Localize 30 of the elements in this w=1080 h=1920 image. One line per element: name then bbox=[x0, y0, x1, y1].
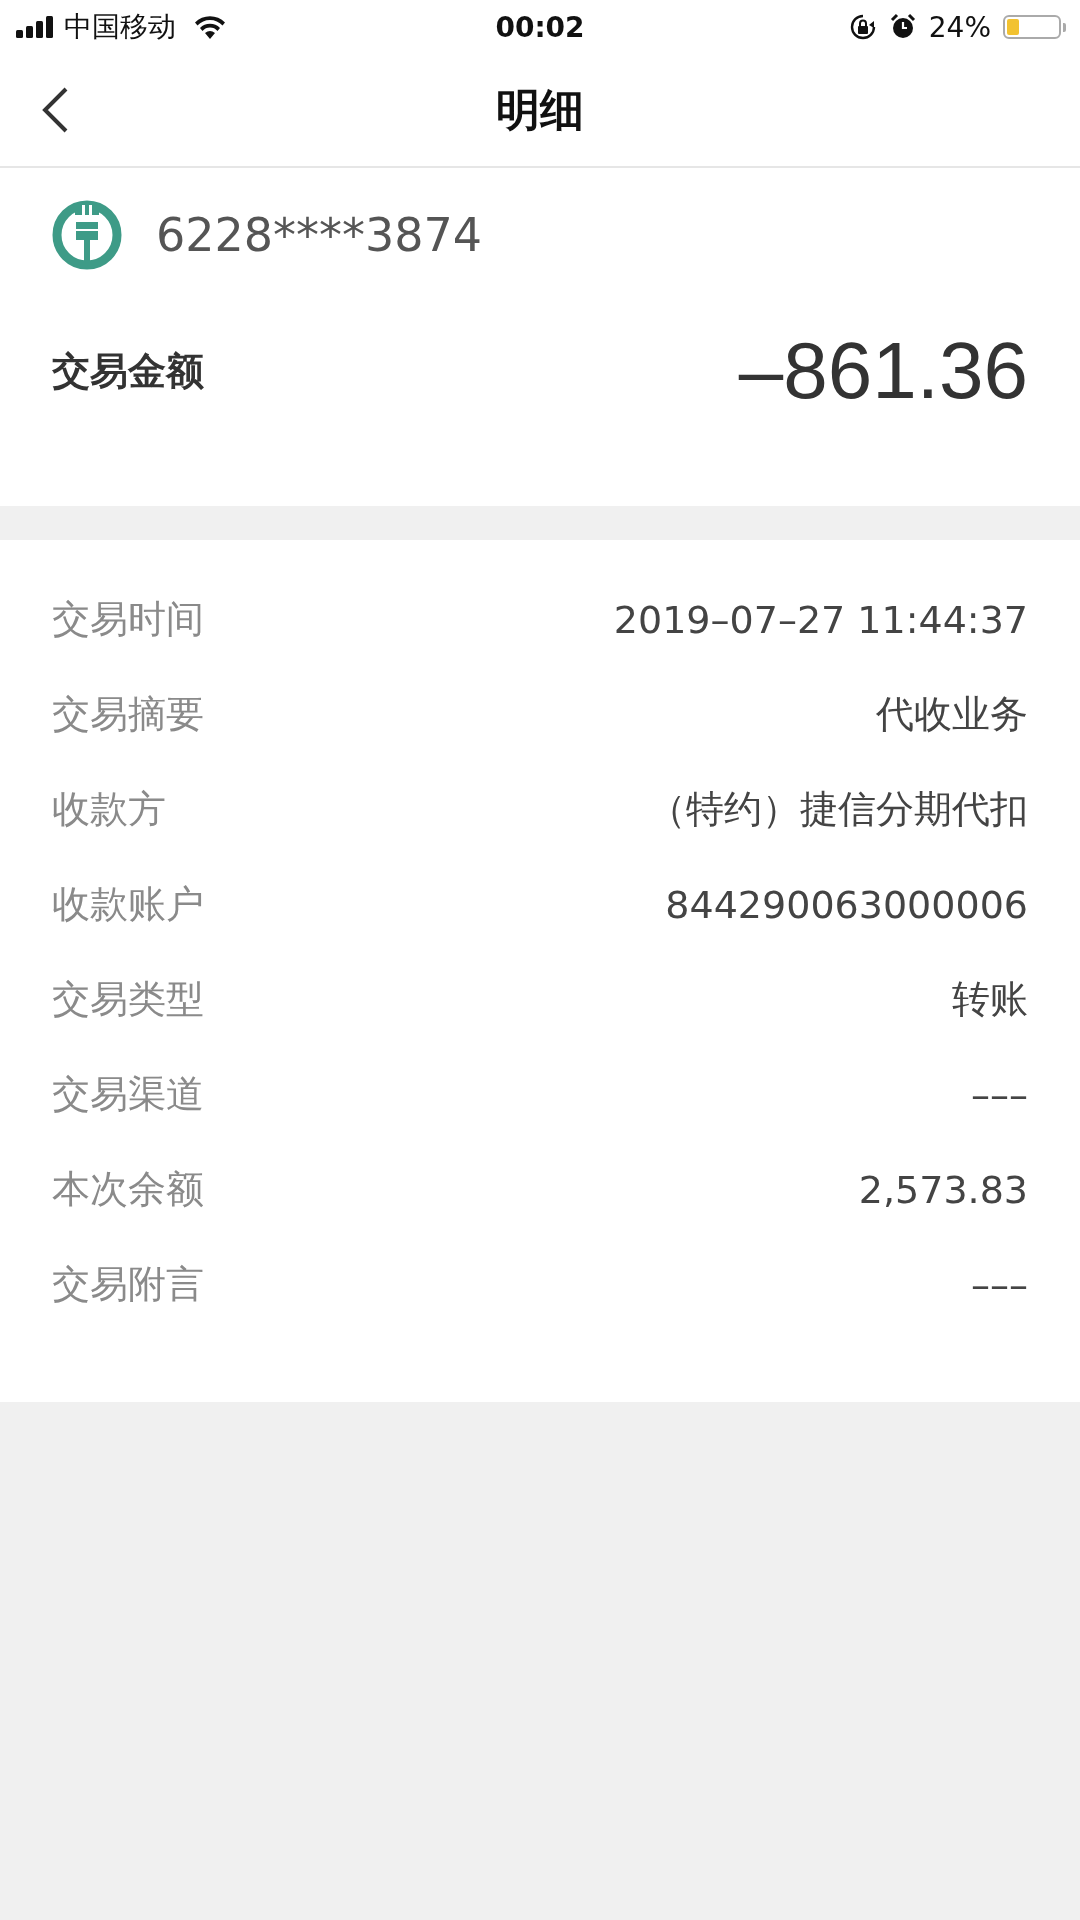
signal-icon bbox=[16, 16, 56, 38]
detail-label: 收款方 bbox=[52, 786, 166, 833]
back-icon[interactable] bbox=[40, 86, 70, 134]
detail-value: 2019–07–27 11:44:37 bbox=[613, 597, 1028, 642]
battery-percent: 24% bbox=[928, 10, 991, 44]
detail-label: 本次余额 bbox=[52, 1166, 204, 1213]
detail-label: 交易类型 bbox=[52, 976, 204, 1023]
detail-label: 交易摘要 bbox=[52, 691, 204, 738]
detail-label: 交易时间 bbox=[52, 596, 204, 643]
detail-value: （特约）捷信分期代扣 bbox=[648, 786, 1028, 833]
carrier-name: 中国移动 bbox=[64, 9, 176, 45]
wifi-icon bbox=[194, 15, 226, 39]
card-number: 6228****3874 bbox=[156, 208, 483, 262]
page-title: 明细 bbox=[496, 82, 584, 137]
bank-logo-icon bbox=[52, 200, 122, 270]
detail-value: 转账 bbox=[952, 976, 1028, 1023]
detail-label: 收款账户 bbox=[52, 881, 204, 928]
battery-icon bbox=[1003, 15, 1066, 39]
detail-label: 交易渠道 bbox=[52, 1071, 204, 1118]
detail-label: 交易附言 bbox=[52, 1261, 204, 1308]
amount-label: 交易金额 bbox=[52, 347, 204, 395]
status-time: 00:02 bbox=[495, 10, 585, 44]
detail-value: ––– bbox=[971, 1072, 1028, 1117]
detail-value: ––– bbox=[971, 1262, 1028, 1307]
detail-value: 2,573.83 bbox=[858, 1167, 1028, 1212]
detail-value: 844290063000006 bbox=[665, 882, 1028, 927]
rotation-lock-icon bbox=[848, 13, 877, 41]
alarm-icon bbox=[888, 13, 917, 41]
detail-value: 代收业务 bbox=[876, 691, 1028, 738]
amount-value: –861.36 bbox=[738, 325, 1028, 417]
